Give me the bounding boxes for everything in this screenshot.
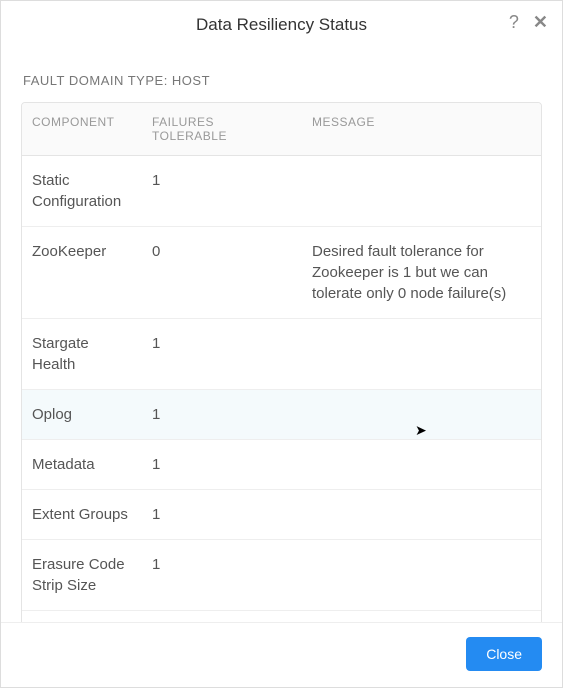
dialog-title: Data Resiliency Status [196,15,367,35]
table-row: ZooKeeper 0 Desired fault tolerance for … [22,227,541,319]
table-header: COMPONENT FAILURES TOLERABLE MESSAGE [22,103,541,156]
cell-component: Erasure Code Strip Size [22,540,142,610]
table-row: Static Configuration 1 [22,156,541,227]
cell-component: Stargate Health [22,319,142,389]
cell-message [302,440,541,468]
cell-failures: 1 [142,611,302,622]
cell-message: Desired fault tolerance for Zookeeper is… [302,227,541,318]
cell-message [302,611,541,622]
cell-failures: 1 [142,440,302,489]
cell-component: Oplog [22,390,142,439]
cell-component: Extent Groups [22,490,142,539]
col-header-failures: FAILURES TOLERABLE [142,103,302,155]
table-row: Metadata 1 [22,440,541,490]
table-row: Erasure Code Strip Size 1 [22,540,541,611]
cell-message [302,540,541,568]
cell-failures: 1 [142,390,302,439]
cell-failures: 0 [142,227,302,276]
cell-message [302,390,541,418]
resiliency-table: COMPONENT FAILURES TOLERABLE MESSAGE Sta… [21,102,542,622]
dialog-footer: Close [1,622,562,687]
help-icon[interactable]: ? [509,13,519,31]
table-row: Oplog 1 [22,390,541,440]
dialog-content: FAULT DOMAIN TYPE: HOST COMPONENT FAILUR… [1,53,562,622]
close-icon[interactable]: ✕ [533,13,548,31]
col-header-message: MESSAGE [302,103,541,155]
table-row: Free Space 1 [22,611,541,622]
cell-message [302,490,541,518]
cell-component: Metadata [22,440,142,489]
close-button[interactable]: Close [466,637,542,671]
cell-message [302,156,541,184]
cell-failures: 1 [142,540,302,589]
cell-failures: 1 [142,156,302,205]
table-row: Stargate Health 1 [22,319,541,390]
table-row: Extent Groups 1 [22,490,541,540]
cell-message [302,319,541,347]
cell-failures: 1 [142,490,302,539]
fault-domain-label: FAULT DOMAIN TYPE: HOST [21,53,542,102]
cell-component: Free Space [22,611,142,622]
header-icons: ? ✕ [509,13,548,31]
cell-failures: 1 [142,319,302,368]
cell-component: Static Configuration [22,156,142,226]
table-body: Static Configuration 1 ZooKeeper 0 Desir… [22,156,541,622]
dialog-header: Data Resiliency Status ? ✕ [1,1,562,53]
cell-component: ZooKeeper [22,227,142,276]
col-header-component: COMPONENT [22,103,142,155]
resiliency-dialog: Data Resiliency Status ? ✕ FAULT DOMAIN … [0,0,563,688]
